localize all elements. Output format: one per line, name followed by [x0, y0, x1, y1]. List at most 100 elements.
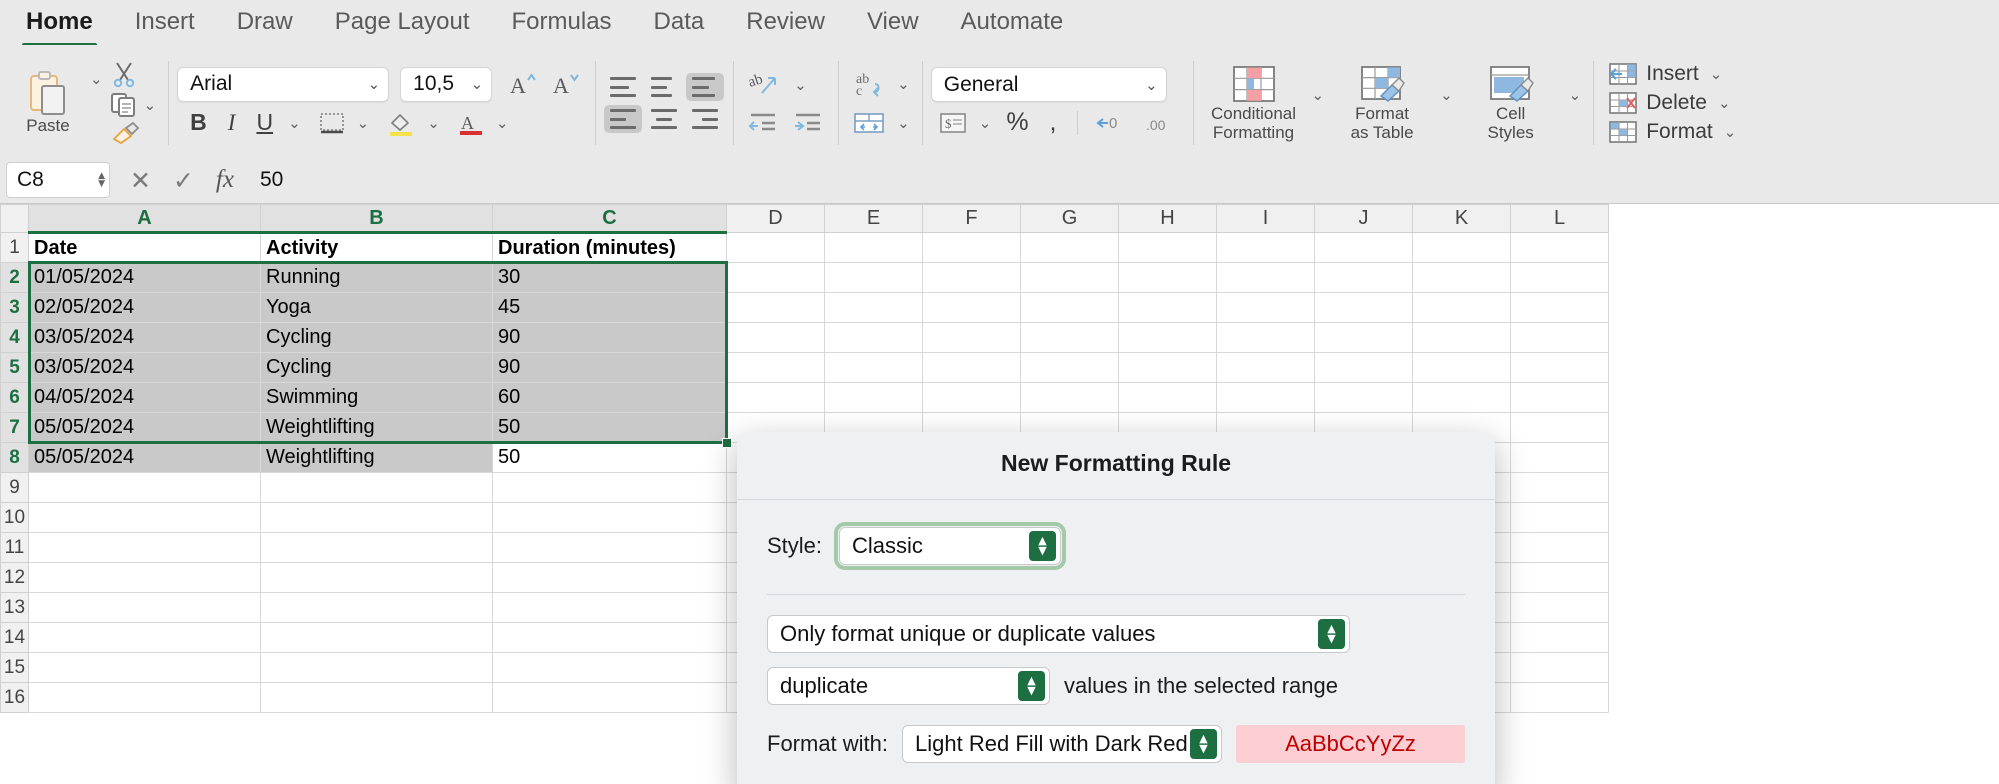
- format-cells-chevron-down-icon[interactable]: ⌄: [1721, 123, 1740, 141]
- cell-g1[interactable]: [1020, 232, 1119, 263]
- style-select-stepper-icon[interactable]: ▲ ▼: [1029, 531, 1057, 561]
- row-header-14[interactable]: 14: [0, 622, 29, 653]
- cell-b8[interactable]: Weightlifting: [260, 442, 493, 473]
- number-format-chevron-down-icon[interactable]: ⌄: [1145, 76, 1158, 94]
- cell-k3[interactable]: [1412, 292, 1511, 323]
- format-cells-button[interactable]: Format ⌄: [1608, 120, 1739, 144]
- copy-chevron-down-icon[interactable]: ⌄: [141, 96, 160, 114]
- cell-l12[interactable]: [1510, 562, 1609, 593]
- column-header-j[interactable]: J: [1314, 204, 1413, 233]
- cell-j5[interactable]: [1314, 352, 1413, 383]
- cell-c12[interactable]: [492, 562, 727, 593]
- conditional-formatting-button[interactable]: Conditional Formatting: [1202, 64, 1306, 142]
- tab-review[interactable]: Review: [728, 4, 843, 42]
- cell-l9[interactable]: [1510, 472, 1609, 503]
- cell-d5[interactable]: [726, 352, 825, 383]
- column-header-g[interactable]: G: [1020, 204, 1119, 233]
- delete-cells-chevron-down-icon[interactable]: ⌄: [1715, 94, 1734, 112]
- borders-chevron-down-icon[interactable]: ⌄: [354, 114, 373, 132]
- comma-style-button[interactable]: ,: [1041, 106, 1066, 139]
- fill-color-button[interactable]: [381, 106, 421, 140]
- row-header-13[interactable]: 13: [0, 592, 29, 623]
- cell-c1[interactable]: Duration (minutes): [492, 232, 727, 263]
- font-color-button[interactable]: A: [452, 106, 490, 140]
- rule-type-stepper-icon[interactable]: ▲ ▼: [1318, 619, 1345, 649]
- row-header-16[interactable]: 16: [0, 682, 29, 713]
- cell-e2[interactable]: [824, 262, 923, 293]
- cell-f1[interactable]: [922, 232, 1021, 263]
- cell-g5[interactable]: [1020, 352, 1119, 383]
- cell-l11[interactable]: [1510, 532, 1609, 563]
- cut-button[interactable]: [110, 60, 160, 88]
- cell-a6[interactable]: 04/05/2024: [28, 382, 261, 413]
- cell-f4[interactable]: [922, 322, 1021, 353]
- cell-g3[interactable]: [1020, 292, 1119, 323]
- cell-k5[interactable]: [1412, 352, 1511, 383]
- cell-b7[interactable]: Weightlifting: [260, 412, 493, 443]
- cell-c16[interactable]: [492, 682, 727, 713]
- cell-g6[interactable]: [1020, 382, 1119, 413]
- column-header-b[interactable]: B: [260, 204, 493, 234]
- accounting-chevron-down-icon[interactable]: ⌄: [976, 114, 995, 132]
- cell-b13[interactable]: [260, 592, 493, 623]
- column-header-c[interactable]: C: [492, 204, 727, 234]
- cell-g4[interactable]: [1020, 322, 1119, 353]
- cell-c9[interactable]: [492, 472, 727, 503]
- font-size-chevron-down-icon[interactable]: ⌄: [471, 75, 484, 93]
- cell-c4[interactable]: 90: [492, 322, 727, 353]
- cell-l15[interactable]: [1510, 652, 1609, 683]
- align-right-button[interactable]: [686, 105, 724, 133]
- cell-i3[interactable]: [1216, 292, 1315, 323]
- font-size-combo[interactable]: 10,5 ⌄: [400, 66, 493, 102]
- name-box[interactable]: C8 ▲ ▼: [6, 162, 110, 198]
- align-bottom-button[interactable]: [686, 73, 725, 101]
- row-header-4[interactable]: 4: [0, 322, 29, 353]
- cell-b10[interactable]: [260, 502, 493, 533]
- row-header-5[interactable]: 5: [0, 352, 29, 383]
- cell-a10[interactable]: [28, 502, 261, 533]
- cell-c8[interactable]: 50: [492, 442, 727, 473]
- cell-i6[interactable]: [1216, 382, 1315, 413]
- font-name-combo[interactable]: Arial ⌄: [177, 66, 390, 102]
- cell-c5[interactable]: 90: [492, 352, 727, 383]
- align-center-button[interactable]: [645, 105, 683, 133]
- borders-button[interactable]: [313, 107, 351, 139]
- cell-a13[interactable]: [28, 592, 261, 623]
- cell-l5[interactable]: [1510, 352, 1609, 383]
- wrap-text-chevron-down-icon[interactable]: ⌄: [894, 75, 913, 93]
- cell-i1[interactable]: [1216, 232, 1315, 263]
- merge-cells-chevron-down-icon[interactable]: ⌄: [894, 114, 913, 132]
- unique-duplicate-stepper-icon[interactable]: ▲ ▼: [1018, 671, 1045, 701]
- cell-l7[interactable]: [1510, 412, 1609, 443]
- tab-data[interactable]: Data: [636, 4, 723, 42]
- confirm-formula-icon[interactable]: ✓: [173, 166, 194, 195]
- cell-c2[interactable]: 30: [492, 262, 727, 293]
- column-header-d[interactable]: D: [726, 204, 825, 233]
- cell-b6[interactable]: Swimming: [260, 382, 493, 413]
- column-header-l[interactable]: L: [1510, 204, 1609, 233]
- unique-duplicate-select[interactable]: duplicate ▲ ▼: [767, 667, 1050, 705]
- column-header-k[interactable]: K: [1412, 204, 1511, 233]
- cell-f6[interactable]: [922, 382, 1021, 413]
- cell-b12[interactable]: [260, 562, 493, 593]
- decrease-indent-button[interactable]: [742, 107, 784, 139]
- font-color-chevron-down-icon[interactable]: ⌄: [493, 114, 512, 132]
- rule-type-select[interactable]: Only format unique or duplicate values ▲…: [767, 615, 1350, 653]
- cell-a9[interactable]: [28, 472, 261, 503]
- increase-indent-button[interactable]: [787, 107, 829, 139]
- cell-k1[interactable]: [1412, 232, 1511, 263]
- row-header-3[interactable]: 3: [0, 292, 29, 323]
- cell-b15[interactable]: [260, 652, 493, 683]
- cell-b16[interactable]: [260, 682, 493, 713]
- cell-a7[interactable]: 05/05/2024: [28, 412, 261, 443]
- cell-a16[interactable]: [28, 682, 261, 713]
- copy-button[interactable]: ⌄: [110, 92, 160, 118]
- align-top-button[interactable]: [604, 73, 642, 101]
- cell-l10[interactable]: [1510, 502, 1609, 533]
- cell-b3[interactable]: Yoga: [260, 292, 493, 323]
- cell-a14[interactable]: [28, 622, 261, 653]
- fill-color-chevron-down-icon[interactable]: ⌄: [424, 114, 443, 132]
- cell-e4[interactable]: [824, 322, 923, 353]
- cell-l8[interactable]: [1510, 442, 1609, 473]
- row-header-6[interactable]: 6: [0, 382, 29, 413]
